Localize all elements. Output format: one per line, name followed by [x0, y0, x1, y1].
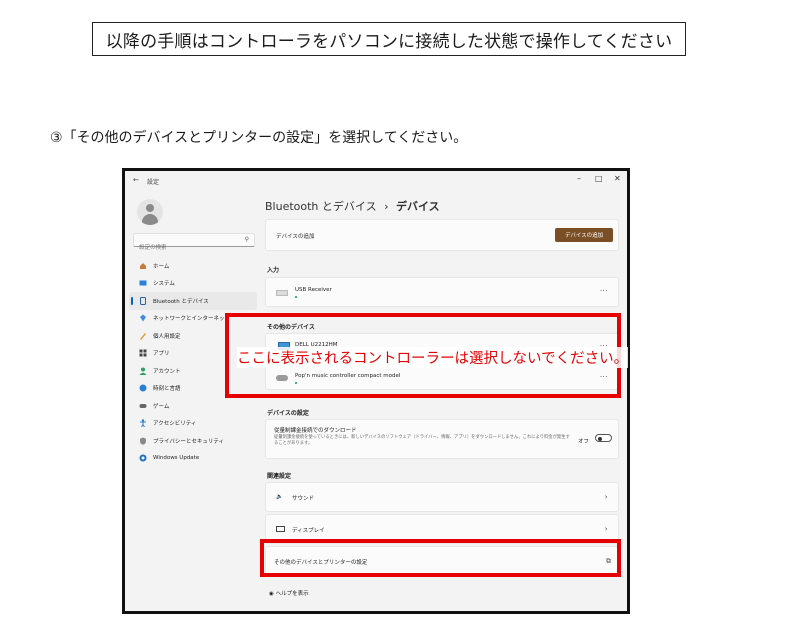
minimize-button[interactable]: – [577, 174, 581, 183]
sidebar-item-label: 時刻と言語 [153, 386, 181, 393]
sidebar-item-label: ネットワークとインターネット [153, 316, 231, 323]
maximize-button[interactable]: □ [595, 174, 603, 183]
account-icon [139, 367, 147, 375]
toggle-state-label: オフ [578, 439, 590, 445]
sidebar-item-label: アプリ [153, 351, 170, 358]
sidebar-item-system[interactable]: システム [129, 275, 257, 293]
device-row[interactable]: USB Receiver ··· [265, 277, 619, 307]
sidebar-item-label: アカウント [153, 368, 181, 375]
device-settings-heading: デバイスの設定 [267, 410, 309, 417]
search-input[interactable] [134, 242, 238, 254]
accessibility-icon [139, 419, 147, 428]
search-box[interactable]: ⚲ [133, 233, 255, 254]
more-options-icon[interactable]: ··· [600, 287, 608, 295]
globe-clock-icon [139, 384, 147, 392]
home-icon [139, 262, 147, 270]
sidebar-item-gaming[interactable]: ゲーム [129, 397, 257, 415]
device-name: USB Receiver [295, 287, 332, 293]
app-title: 設定 [147, 179, 160, 186]
metered-download-description: 従量制課金接続を使っているときには、新しいデバイスのソフトウェア（ドライバー、情… [274, 435, 570, 446]
update-icon [139, 454, 147, 462]
help-icon: ◉ [269, 591, 274, 597]
title-bar: ← 設定 – □ ✕ [125, 171, 627, 191]
annotation-warning-text: ここに表示されるコントローラーは選択しないでください。 [237, 347, 629, 368]
sidebar-item-home[interactable]: ホーム [129, 257, 257, 275]
chevron-right-icon: › [604, 525, 608, 533]
gamepad-icon [139, 402, 147, 410]
input-section-heading: 入力 [267, 267, 280, 274]
help-label: ヘルプを表示 [275, 591, 309, 597]
sidebar-item-windows-update[interactable]: Windows Update [129, 450, 257, 468]
sidebar-item-bluetooth[interactable]: Bluetooth とデバイス [129, 292, 257, 310]
related-item-label: ディスプレイ [292, 528, 325, 534]
related-settings-heading: 関連設定 [267, 473, 292, 480]
apps-icon [139, 349, 147, 357]
connected-indicator [295, 296, 297, 298]
shield-icon [139, 437, 147, 445]
sidebar-item-label: ゲーム [153, 403, 170, 410]
add-device-button[interactable]: デバイスの追加 [555, 228, 613, 242]
step-instruction: ③「その他のデバイスとプリンターの設定」を選択してください。 [50, 130, 468, 146]
network-icon [139, 314, 147, 322]
system-icon [139, 279, 147, 287]
sidebar-item-label: プライバシーとセキュリティ [153, 438, 225, 445]
brush-icon [139, 332, 147, 340]
display-icon [276, 526, 285, 532]
annotation-box-devices-printers [260, 539, 621, 577]
breadcrumb-parent[interactable]: Bluetooth とデバイス [265, 200, 377, 213]
speaker-icon: 🔈 [276, 494, 283, 500]
page-title: Bluetooth とデバイス › デバイス [265, 198, 440, 214]
avatar[interactable] [137, 199, 163, 225]
metered-download-title: 従量制課金接続でのダウンロード [274, 428, 357, 434]
sidebar-item-label: Windows Update [153, 455, 200, 462]
sidebar-item-accessibility[interactable]: アクセシビリティ [129, 415, 257, 433]
close-button[interactable]: ✕ [614, 174, 621, 183]
help-link[interactable]: ◉ ヘルプを表示 [269, 589, 309, 597]
add-device-label: デバイスの追加 [276, 234, 315, 240]
instruction-banner: 以降の手順はコントローラをパソコンに接続した状態で操作してください [92, 22, 686, 56]
metered-download-card: 従量制課金接続でのダウンロード 従量制課金接続を使っているときには、新しいデバイ… [265, 419, 619, 459]
back-arrow-icon[interactable]: ← [133, 176, 139, 184]
keyboard-icon [276, 290, 288, 296]
sidebar-item-label: ホーム [153, 263, 170, 270]
sidebar-item-label: システム [153, 281, 175, 288]
breadcrumb-separator: › [384, 200, 389, 213]
sidebar-item-label: 個人用設定 [153, 333, 181, 340]
search-icon[interactable]: ⚲ [245, 236, 249, 243]
chevron-right-icon: › [604, 493, 608, 501]
related-item-label: サウンド [292, 496, 315, 502]
sidebar-item-label: Bluetooth とデバイス [153, 298, 209, 305]
related-sound-row[interactable]: 🔈 サウンド › [265, 482, 619, 512]
breadcrumb-current: デバイス [395, 200, 440, 213]
sidebar-item-label: アクセシビリティ [153, 421, 197, 428]
bluetooth-icon [139, 296, 147, 305]
sidebar-item-privacy[interactable]: プライバシーとセキュリティ [129, 432, 257, 450]
metered-download-toggle[interactable] [595, 434, 612, 442]
